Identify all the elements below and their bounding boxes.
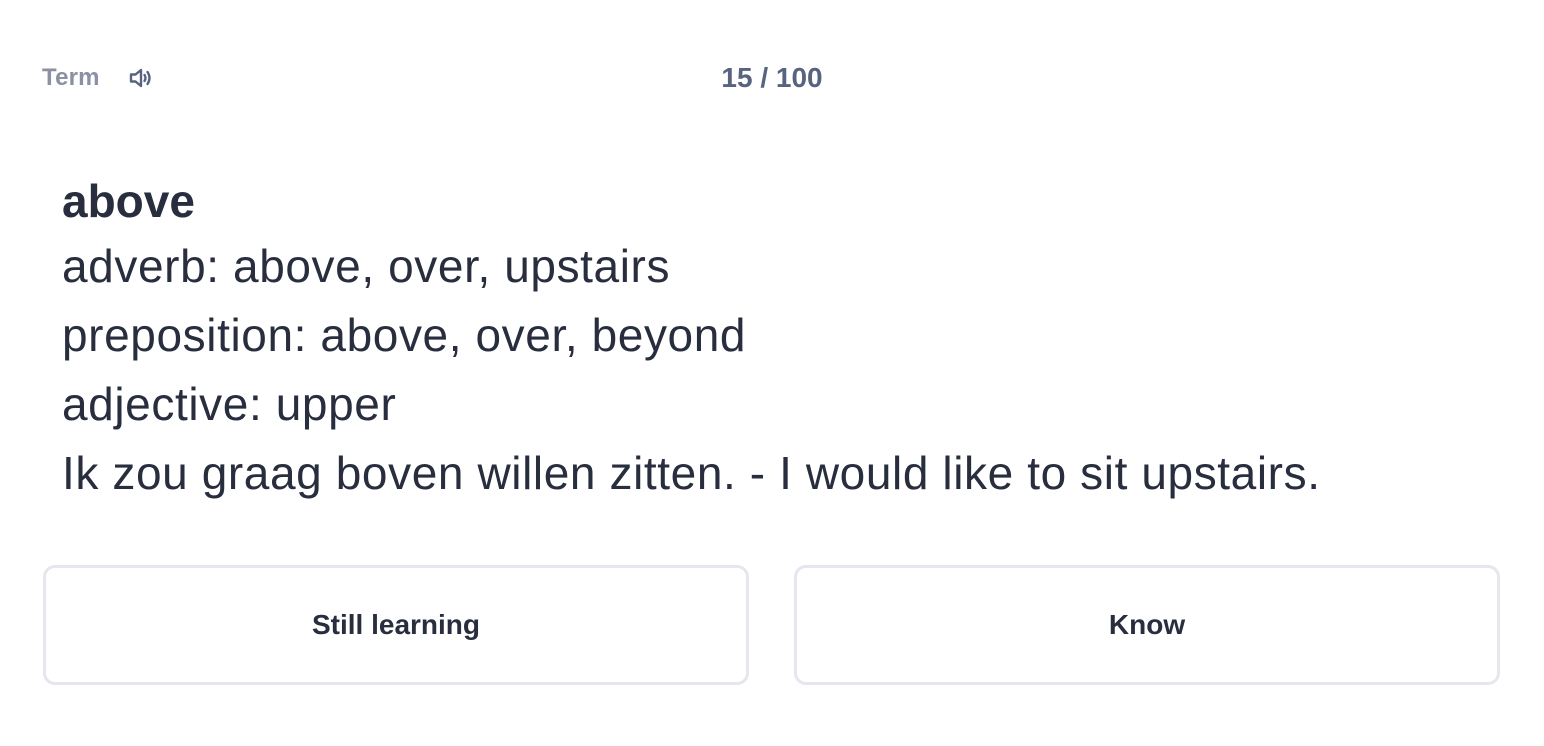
side-label: Term: [42, 64, 100, 91]
card-header: Term 15 / 100: [42, 56, 1502, 100]
know-button[interactable]: Know: [794, 565, 1500, 685]
definition-line: preposition: above, over, beyond: [62, 309, 747, 361]
example-sentence: Ik zou graag boven willen zitten. - I wo…: [62, 447, 1321, 499]
answer-buttons: Still learning Know: [43, 565, 1500, 685]
speaker-icon: [129, 68, 151, 88]
card-content: above adverb: above, over, upstairs prep…: [62, 170, 1502, 508]
term-side-indicator: Term: [42, 56, 156, 100]
still-learning-button[interactable]: Still learning: [43, 565, 749, 685]
card-counter: 15 / 100: [721, 62, 823, 93]
definition-line: adverb: above, over, upstairs: [62, 240, 671, 292]
term-word: above: [62, 175, 195, 227]
definition-line: adjective: upper: [62, 378, 397, 430]
audio-button[interactable]: [126, 63, 156, 93]
flashcard-page: Term 15 / 100 above adverb: above, over,…: [0, 0, 1544, 746]
